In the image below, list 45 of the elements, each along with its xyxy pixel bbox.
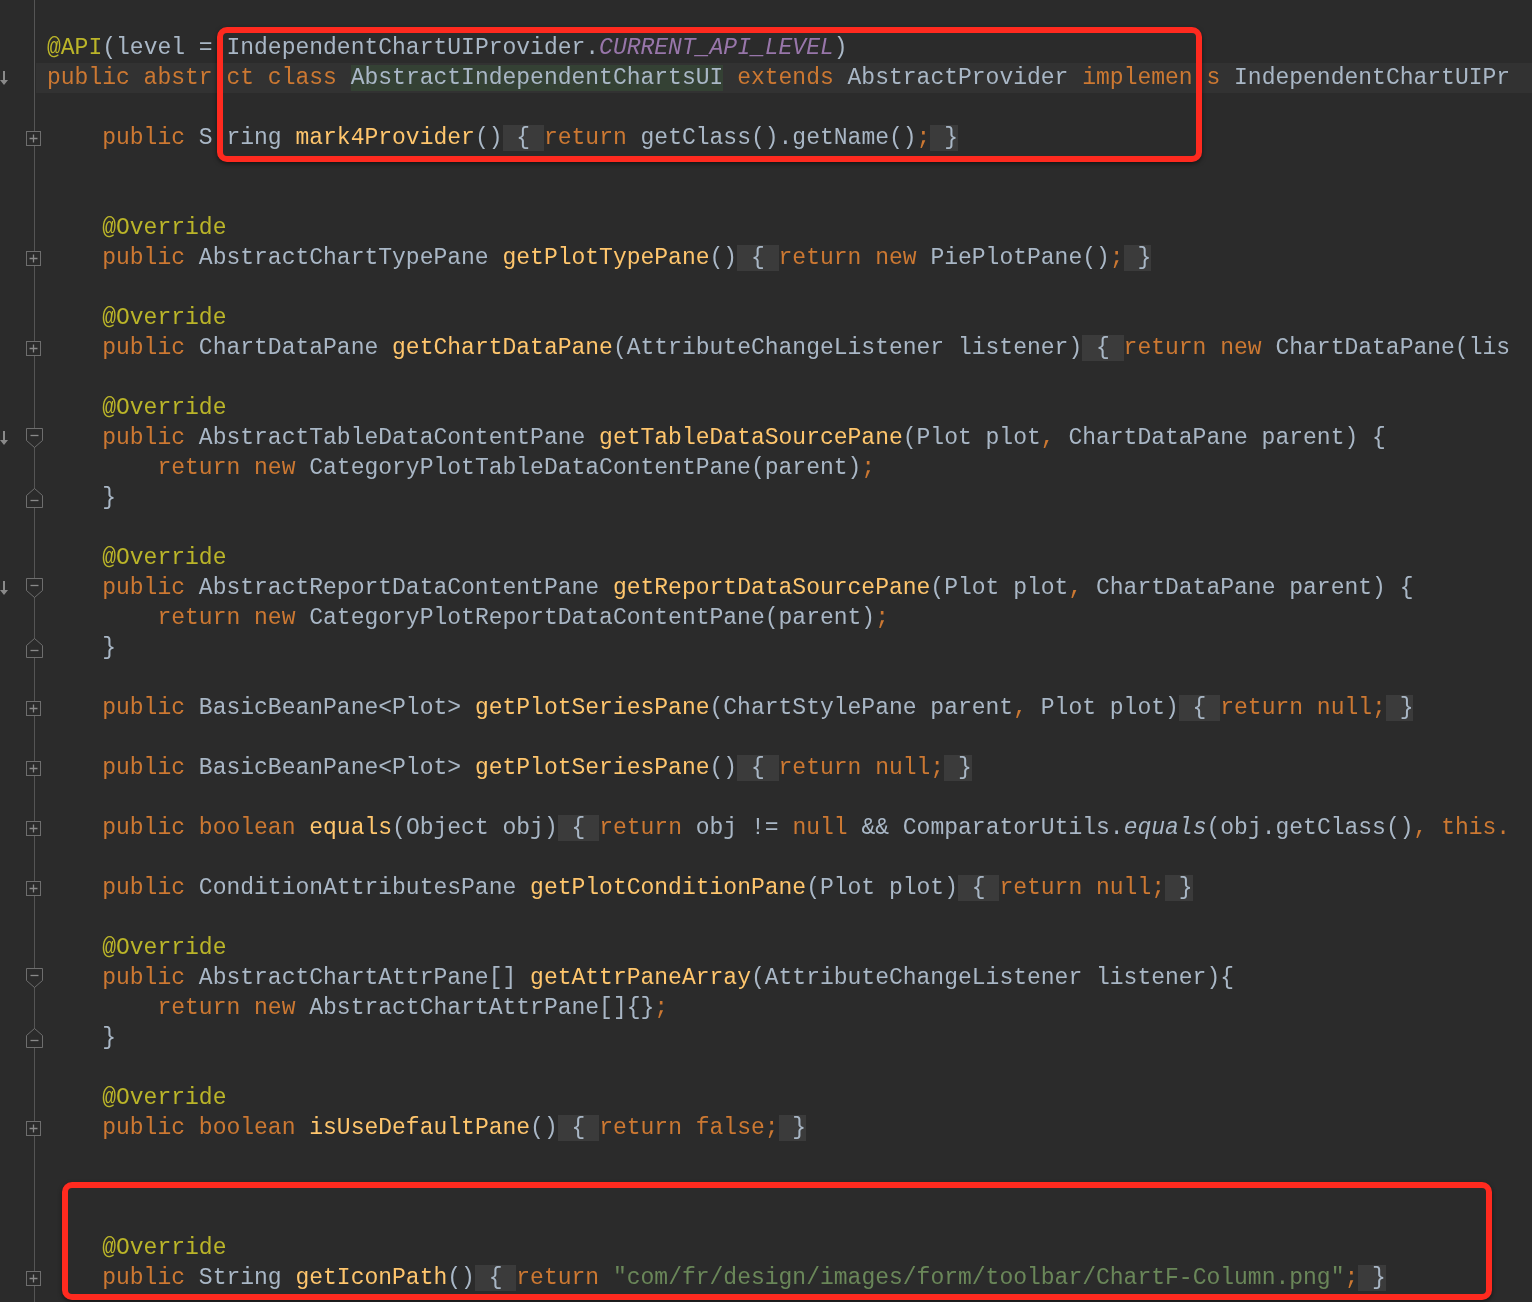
down-arrow-icon[interactable] <box>0 581 8 595</box>
code-line: public AbstractChartAttrPane[] getAttrPaneArray(AttributeChangeListener listener){ <box>101 964 1235 993</box>
fold-expand-icon[interactable] <box>26 1120 41 1136</box>
code-line: public S ring mark4Provider() { return getClass().getName(); } <box>101 124 958 153</box>
code-line: } <box>101 634 116 663</box>
code-line: @Override <box>101 544 227 573</box>
fold-expand-icon[interactable] <box>26 250 41 266</box>
fold-collapse-icon[interactable] <box>26 428 43 448</box>
fold-expand-icon[interactable] <box>26 700 41 716</box>
fold-expand-icon[interactable] <box>26 820 41 836</box>
code-line: public ChartDataPane getChartDataPane(AttributeChangeListener listener) { return new ChartDataPane(lis <box>101 334 1511 363</box>
code-line: public abstr ct class AbstractIndependentChartsUI extends AbstractProvider implemen s IndependentChartUIPr <box>47 64 1511 93</box>
fold-end-icon[interactable] <box>26 488 43 508</box>
code-line: public boolean equals(Object obj) { return obj != null && ComparatorUtils.equals(obj.getClass(), this. <box>101 814 1511 843</box>
code-line: @Override <box>101 394 227 423</box>
code-line: @API(level = IndependentChartUIProvider.CURRENT_API_LEVEL) <box>47 34 848 63</box>
code-line: @Override <box>101 1084 227 1113</box>
code-line: @Override <box>101 1234 227 1263</box>
code-line: @Override <box>101 304 227 333</box>
code-line: public AbstractTableDataContentPane getTableDataSourcePane(Plot plot, ChartDataPane parent) { <box>101 424 1386 453</box>
code-line: public BasicBeanPane<Plot> getPlotSeriesPane(ChartStylePane parent, Plot plot) { return null; } <box>101 694 1414 723</box>
code-line: public AbstractReportDataContentPane getReportDataSourcePane(Plot plot, ChartDataPane parent) { <box>101 574 1414 603</box>
code-line: return new AbstractChartAttrPane[]{}; <box>156 994 669 1023</box>
code-line: @Override <box>101 214 227 243</box>
fold-expand-icon[interactable] <box>26 1270 41 1286</box>
code-line: public AbstractChartTypePane getPlotTypePane() { return new PiePlotPane(); } <box>101 244 1152 273</box>
fold-collapse-icon[interactable] <box>26 578 43 598</box>
code-line: return new CategoryPlotReportDataContentPane(parent); <box>156 604 889 633</box>
down-arrow-icon[interactable] <box>0 431 8 445</box>
fold-expand-icon[interactable] <box>26 340 41 356</box>
code-line: public boolean isUseDefaultPane() { return false; } <box>101 1114 807 1143</box>
fold-end-icon[interactable] <box>26 638 43 658</box>
code-line: @Override <box>101 934 227 963</box>
fold-expand-icon[interactable] <box>26 760 41 776</box>
code-line: public String getIconPath() { return "com/fr/design/images/form/toolbar/ChartF-Column.png"; } <box>101 1264 1386 1293</box>
fold-expand-icon[interactable] <box>26 130 41 146</box>
fold-expand-icon[interactable] <box>26 880 41 896</box>
code-line: return new CategoryPlotTableDataContentPane(parent); <box>156 454 876 483</box>
code-line: public BasicBeanPane<Plot> getPlotSeriesPane() { return null; } <box>101 754 972 783</box>
code-line: public ConditionAttributesPane getPlotConditionPane(Plot plot) { return null; } <box>101 874 1193 903</box>
down-arrow-icon[interactable] <box>0 71 8 85</box>
fold-collapse-icon[interactable] <box>26 968 43 988</box>
fold-end-icon[interactable] <box>26 1028 43 1048</box>
code-line: } <box>101 484 116 513</box>
code-line: } <box>101 1024 116 1053</box>
